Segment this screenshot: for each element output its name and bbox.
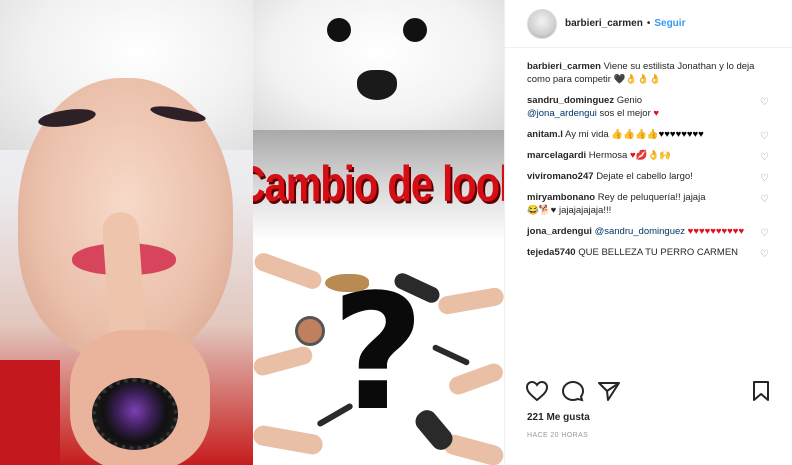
caption: barbieri_carmen Viene su estilista Jonat… (527, 60, 789, 86)
comment-text: Ay mi vida (565, 129, 609, 140)
list-item: tejeda5740 QUE BELLEZA TU PERRO CARMEN ♡ (527, 246, 789, 261)
bookmark-icon[interactable] (751, 380, 771, 402)
caption-username[interactable]: barbieri_carmen (527, 61, 601, 72)
comment-text: sos el mejor (599, 108, 651, 119)
heart-outline-icon[interactable]: ♡ (760, 96, 769, 109)
post-side-panel: barbieri_carmen • Seguir barbieri_carmen… (504, 0, 792, 465)
post-photo-collage: Cambio de look ? (253, 0, 504, 465)
comment-emoji: ♥ (653, 108, 660, 119)
list-item: viviromano247 Dejate el cabello largo! ♡ (527, 170, 789, 185)
photo-red-garment (0, 360, 60, 465)
heart-outline-icon[interactable]: ♡ (760, 172, 769, 185)
banner: Cambio de look (253, 130, 504, 240)
header-separator: • (646, 18, 651, 29)
paper-plane-icon[interactable] (597, 380, 621, 402)
heart-outline-icon[interactable]: ♡ (760, 193, 769, 206)
list-item: miryambonano Rey de peluquería!! jajaja … (527, 191, 789, 217)
comment-text: Dejate el cabello largo! (596, 171, 693, 182)
follow-button[interactable]: Seguir (654, 18, 685, 29)
hairdresser-tools-graphic: ? (253, 240, 504, 465)
arm-scissors-right (446, 360, 504, 398)
post-timestamp: HACE 20 HORAS (527, 432, 589, 439)
dog-nose (357, 70, 397, 100)
heart-outline-icon[interactable]: ♡ (760, 248, 769, 261)
list-item: anitam.l Ay mi vida 👍👍👍👍♥♥♥♥♥♥♥♥ ♡ (527, 128, 789, 143)
speech-bubble-icon[interactable] (561, 380, 585, 402)
comment-username[interactable]: viviromano247 (527, 171, 594, 182)
comment-username[interactable]: jona_ardengui (527, 226, 592, 237)
dog-eye-left (327, 18, 351, 42)
comments-list: barbieri_carmen Viene su estilista Jonat… (527, 60, 789, 267)
comment-username[interactable]: marcelagardi (527, 150, 586, 161)
comment-text: Rey de peluquería!! jajaja (597, 192, 706, 203)
arm-mirror (253, 344, 315, 378)
comment-text: QUE BELLEZA TU PERRO CARMEN (578, 247, 739, 258)
action-bar (525, 380, 775, 404)
heart-outline-icon[interactable]: ♡ (760, 151, 769, 164)
caption-emoji: 🖤👌👌👌 (613, 74, 661, 85)
arm-comb (436, 286, 504, 316)
comment-username[interactable]: anitam.l (527, 129, 563, 140)
comment-mention[interactable]: @jona_ardengui (527, 108, 597, 119)
photo-ring (92, 378, 178, 450)
avatar[interactable] (527, 8, 557, 39)
comment-emoji: 👍👍👍👍♥♥♥♥♥♥♥♥ (611, 129, 704, 140)
heart-outline-icon[interactable]: ♡ (760, 130, 769, 143)
list-item: marcelagardi Hermosa ♥💋👌🙌 ♡ (527, 149, 789, 164)
list-item: sandru_dominguez Genio @jona_ardengui so… (527, 94, 789, 120)
comment-username[interactable]: miryambonano (527, 192, 595, 203)
header-username[interactable]: barbieri_carmen (565, 18, 643, 29)
comment-username[interactable]: sandru_dominguez (527, 95, 614, 106)
comment-text: Hermosa (588, 150, 628, 161)
comment-emoji: 😂🐕♥ (527, 205, 557, 216)
comment-username[interactable]: tejeda5740 (527, 247, 576, 258)
brush-icon (325, 274, 369, 292)
heart-outline-icon[interactable]: ♡ (760, 227, 769, 240)
mirror-icon (295, 316, 325, 346)
list-item: jona_ardengui @sandru_dominguez ♥♥♥♥♥♥♥♥… (527, 225, 789, 240)
dog-photo (253, 0, 504, 130)
comment-mention[interactable]: @sandru_dominguez (595, 226, 685, 237)
comment-emoji: ♥♥♥♥♥♥♥♥♥♥ (687, 226, 745, 237)
post-photo-portrait (0, 0, 253, 465)
arm-scissors-left (253, 424, 325, 456)
banner-text: Cambio de look (253, 156, 504, 212)
comment-text: Genio (616, 95, 643, 106)
likes-count[interactable]: 221 Me gusta (527, 412, 590, 423)
comment-emoji: ♥💋👌🙌 (629, 150, 672, 161)
post-header: barbieri_carmen • Seguir (505, 0, 792, 48)
dog-eye-right (403, 18, 427, 42)
heart-outline-icon[interactable] (525, 380, 549, 402)
scissors-icon (431, 343, 471, 367)
comment-text: jajajajajaja!!! (558, 205, 612, 216)
arm-brush (253, 250, 324, 292)
